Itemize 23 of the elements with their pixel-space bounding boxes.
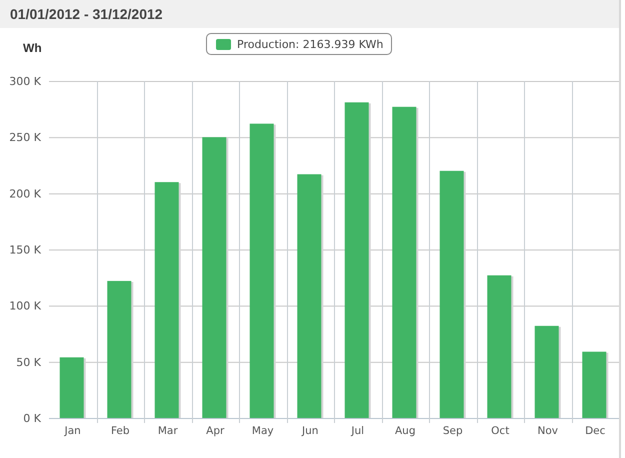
y-axis-label: 250 K <box>9 131 41 144</box>
x-axis-label: Jul <box>351 425 364 437</box>
y-axis-label: 50 K <box>16 356 41 369</box>
x-axis-label: Mar <box>158 425 178 437</box>
x-axis-label: Nov <box>538 425 558 437</box>
x-axis-label: Jun <box>302 425 318 437</box>
y-axis-label: 200 K <box>9 187 41 200</box>
x-axis-label: Oct <box>491 425 510 437</box>
x-axis-label: May <box>252 425 274 437</box>
y-axis-label: 100 K <box>9 300 41 313</box>
legend-label: Production: 2163.939 KWh <box>237 38 384 50</box>
x-axis-label: Sep <box>442 425 463 437</box>
y-axis-label: 300 K <box>9 75 41 88</box>
x-axis-label: Aug <box>395 425 416 437</box>
date-range-title: 01/01/2012 - 31/12/2012 <box>10 6 163 22</box>
chart-legend[interactable]: Production: 2163.939 KWh <box>206 33 392 55</box>
x-axis-label: Feb <box>110 425 130 437</box>
x-axis-label: Jan <box>64 425 81 437</box>
x-axis-label: Dec <box>585 425 606 437</box>
axis-unit-label: Wh <box>23 41 42 55</box>
x-axis-label: Apr <box>206 425 224 437</box>
y-axis-label: 150 K <box>9 244 41 256</box>
y-axis-label: 0 K <box>23 412 41 425</box>
